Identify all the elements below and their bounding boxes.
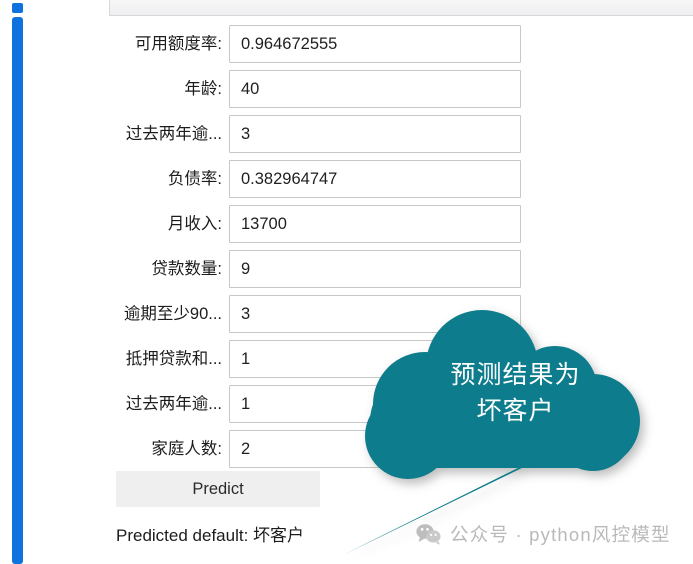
scrollbar-thumb-cap[interactable]: [12, 3, 23, 13]
form-row-input[interactable]: [229, 25, 521, 63]
form-row-input[interactable]: [229, 295, 521, 333]
form-row: 家庭人数:: [0, 430, 540, 468]
form-row-label: 过去两年逾...: [125, 394, 222, 413]
watermark-text: 公众号 · python风控模型: [450, 524, 671, 545]
form-row-label: 贷款数量:: [151, 259, 222, 278]
form-row-input[interactable]: [229, 385, 521, 423]
form-row-label: 过去两年逾...: [125, 124, 222, 143]
form-row-input[interactable]: [229, 70, 521, 108]
form-row-label: 逾期至少90...: [123, 304, 222, 323]
form-row-input[interactable]: [229, 205, 521, 243]
form-row: 过去两年逾...: [0, 115, 540, 153]
form-row-input[interactable]: [229, 115, 521, 153]
form-row: 年龄:: [0, 70, 540, 108]
tab-strip: [0, 0, 693, 16]
wechat-icon: [416, 524, 441, 545]
form-row: 贷款数量:: [0, 250, 540, 288]
form-row-label: 抵押贷款和...: [125, 349, 222, 368]
form-row: 可用额度率:: [0, 25, 540, 63]
form-row-input[interactable]: [229, 340, 521, 378]
form-row: 逾期至少90...: [0, 295, 540, 333]
form-row-label: 月收入:: [167, 214, 222, 233]
prediction-result-text: Predicted default: 坏客户: [116, 526, 305, 545]
form-row: 负债率:: [0, 160, 540, 198]
form-row-input[interactable]: [229, 430, 521, 468]
form-row-input[interactable]: [229, 250, 521, 288]
form-row: 过去两年逾...: [0, 385, 540, 423]
watermark: 公众号 · python风控模型: [416, 521, 671, 547]
form-row-label: 家庭人数:: [151, 439, 222, 458]
predict-button[interactable]: Predict: [116, 471, 320, 507]
form-row-input[interactable]: [229, 160, 521, 198]
prediction-form: 可用额度率: 年龄: 过去两年逾... 负债率: 月收入: 贷款数量: 逾期至少90... 抵…: [0, 16, 693, 564]
form-row: 月收入:: [0, 205, 540, 243]
form-row-label: 年龄:: [184, 79, 222, 98]
form-row-label: 负债率:: [167, 169, 222, 188]
form-row: 抵押贷款和...: [0, 340, 540, 378]
form-row-label: 可用额度率:: [134, 34, 222, 53]
